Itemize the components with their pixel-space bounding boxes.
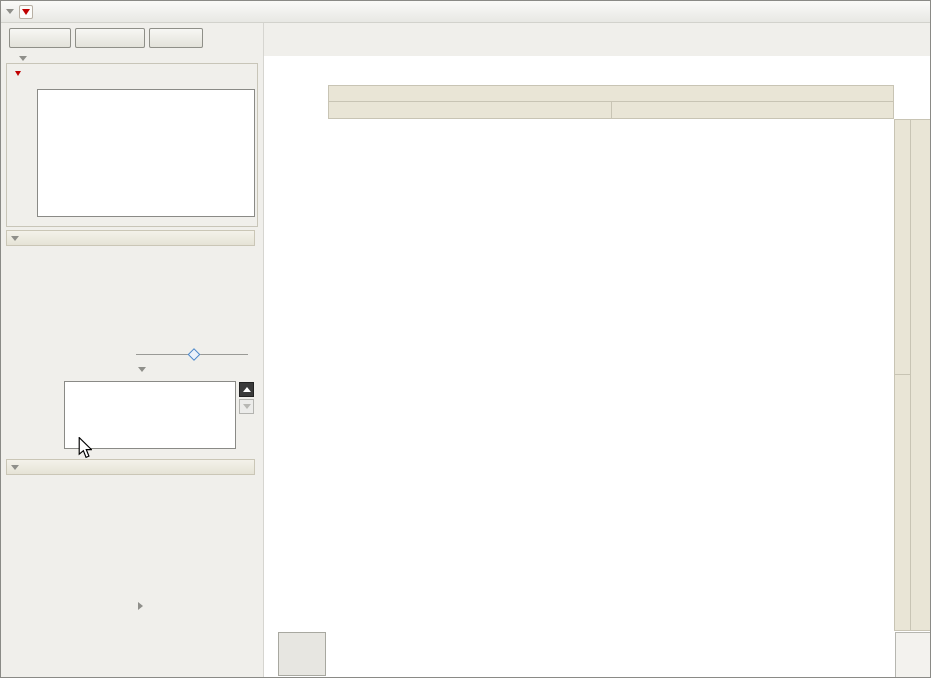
jitter-limit-slider[interactable] xyxy=(136,345,252,365)
columns-red-triangle-menu-icon[interactable] xyxy=(15,71,21,76)
column-facet-level-small xyxy=(611,101,894,119)
columns-list[interactable] xyxy=(37,89,255,217)
up-arrow-icon xyxy=(243,387,251,392)
move-up-button[interactable] xyxy=(239,382,254,397)
graph-builder-window xyxy=(0,0,931,678)
mouse-cursor xyxy=(78,437,92,459)
start-over-button[interactable] xyxy=(75,28,145,48)
map-shape-button[interactable] xyxy=(278,632,326,676)
row-facet-level-lots xyxy=(894,374,911,631)
move-down-button[interactable] xyxy=(239,399,254,414)
red-triangle-menu-icon[interactable] xyxy=(19,5,33,19)
column-facet-header xyxy=(328,85,894,102)
points-variables-disclosure-icon[interactable] xyxy=(138,367,146,372)
points-section-header[interactable] xyxy=(6,230,255,246)
row-facet-level-little xyxy=(894,119,911,375)
plot-area[interactable] xyxy=(291,119,894,649)
bar-variables-disclosure-icon[interactable] xyxy=(138,602,143,610)
outline-disclosure-icon[interactable] xyxy=(6,9,14,14)
down-arrow-icon xyxy=(243,404,251,409)
bar-disclosure-icon[interactable] xyxy=(11,465,19,470)
row-facet-header xyxy=(910,119,931,631)
points-disclosure-icon[interactable] xyxy=(11,236,19,241)
y-axis-label xyxy=(269,119,284,631)
variables-panel xyxy=(6,63,258,227)
titlebar xyxy=(1,1,930,23)
variables-disclosure-icon[interactable] xyxy=(19,56,27,61)
slider-thumb[interactable] xyxy=(188,348,201,361)
column-facet-level-large xyxy=(328,101,612,119)
undo-button[interactable] xyxy=(9,28,71,48)
done-button[interactable] xyxy=(149,28,203,48)
freq-drop-zone[interactable] xyxy=(895,632,931,678)
bar-section-header[interactable] xyxy=(6,459,255,475)
